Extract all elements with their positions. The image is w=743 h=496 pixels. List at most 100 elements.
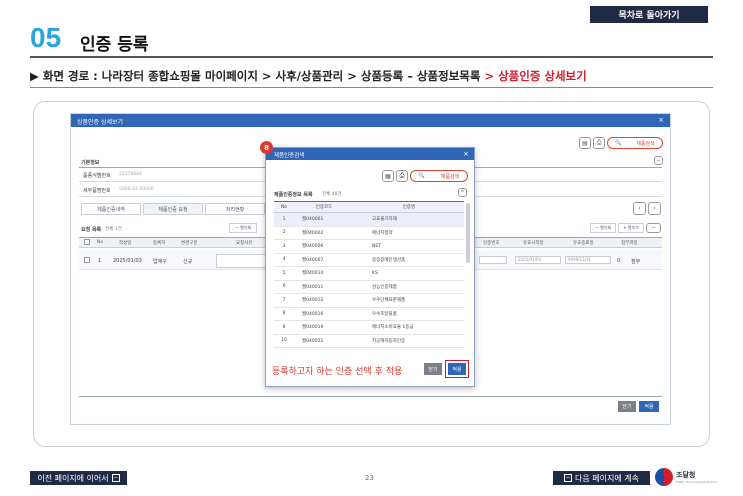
modal-search-button[interactable]: 🔍 재품검색 [410, 170, 468, 182]
modal-collapse-icon[interactable]: ^ [458, 188, 467, 197]
table-row[interactable]: 5 월040010 KS [274, 266, 464, 281]
modal-close-icon[interactable]: × [463, 150, 469, 158]
modal-save-icon[interactable]: ▤ [382, 170, 394, 182]
app-search-button[interactable]: 🔍 재품검색 [607, 137, 663, 149]
row-name: 성능인증제품 [354, 280, 464, 294]
row-checkbox[interactable] [84, 257, 90, 263]
delete-row-button[interactable]: — 행삭제 [590, 223, 616, 233]
table-row[interactable]: 10 월040021 저공해자동차인증 [274, 334, 464, 348]
modal-cancel-button[interactable]: 닫기 [424, 363, 442, 375]
section-number: 05 [30, 22, 62, 53]
add-row-button[interactable]: + 행추가 [618, 223, 644, 233]
collapse-icon[interactable]: − [654, 156, 663, 165]
save-icon[interactable]: ▤ [579, 137, 591, 149]
tab-cert-request[interactable]: 제품인증 요청 [143, 203, 203, 215]
row-code: 월040010 [294, 266, 354, 281]
tab-process-status[interactable]: 처리현황 [205, 203, 265, 215]
table-row[interactable]: 9 월040019 에너지소비효율 1등급 [274, 320, 464, 335]
table-row[interactable]: 7 월040012 우수단체표준제품 [274, 293, 464, 308]
window-title-bar: 상품인증 상세보기 [71, 114, 670, 127]
window-apply-button[interactable]: 적용 [639, 401, 659, 412]
reason-input[interactable] [216, 254, 266, 268]
row-user: 업체구 [153, 259, 167, 265]
path-prefix: ▶ 화면 경로 : [30, 69, 102, 83]
print-icon[interactable]: ⎙ [593, 137, 605, 149]
table-row[interactable]: 3 월040006 NET [274, 239, 464, 254]
modal-list-count: 전체 40건 [322, 192, 342, 197]
next-icon[interactable]: › [648, 202, 661, 215]
toc-button[interactable]: 목차로 돌아가기 [590, 6, 708, 23]
title-divider [30, 56, 713, 58]
section-title: 인증 등록 [80, 35, 149, 55]
row-code: 월040021 [294, 334, 354, 348]
tab-cert-history[interactable]: 제품인증내역 [81, 203, 141, 215]
prev-icon[interactable]: ‹ [633, 202, 646, 215]
row-no: 1 [98, 258, 102, 264]
table-row[interactable]: 8 월040016 우수조달물품 [274, 307, 464, 321]
col-no: No [274, 201, 294, 213]
grid-collapse-icon[interactable]: − [646, 223, 661, 233]
table-row[interactable]: 4 월040007 중증장애인생산품 [274, 253, 464, 267]
col-name: 인증명 [354, 201, 464, 213]
modal-search-label: 재품검색 [440, 173, 460, 180]
row-name: 중증장애인생산품 [354, 253, 464, 267]
row-name: 우수단체표준제품 [354, 293, 464, 308]
pps-logo: 조달청 Public Procurement Service [655, 468, 717, 486]
end-date-input[interactable]: 9999/12/31 [565, 256, 611, 264]
attach-button[interactable]: 첨부 [631, 258, 640, 265]
modal-scrollbar[interactable] [466, 203, 470, 263]
col-start: 유효시작일 [523, 241, 544, 246]
modal-list-title: 제품인증정보 목록 [274, 192, 313, 198]
taegeuk-icon [655, 468, 673, 486]
delete-row-button-left[interactable]: — 행삭제 [229, 223, 257, 233]
window-title: 상품인증 상세보기 [77, 119, 124, 126]
modal-title: 제품인증검색 [274, 153, 305, 159]
instruction-text: 등록하고자 하는 인증 선택 후 적용 [272, 367, 403, 377]
table-row[interactable]: 1 월040001 고효율기자재 [274, 212, 464, 227]
window-close-button[interactable]: 닫기 [618, 401, 636, 412]
table-row[interactable]: 2 월040002 에너지절약 [274, 226, 464, 240]
minus-square-icon: − [111, 474, 120, 482]
row-code: 월040001 [294, 212, 354, 227]
next-page-button[interactable]: − 다음 페이지에 계속 [553, 471, 650, 485]
col-user: 등록자 [153, 241, 166, 246]
modal-title-bar: 제품인증검색 [266, 148, 474, 160]
search-label: 재품검색 [636, 140, 655, 147]
row-name: 에너지절약 [354, 226, 464, 240]
row-no: 7 [274, 293, 294, 308]
row-no: 4 [274, 253, 294, 267]
request-list-title: 요청 목록 [81, 227, 102, 233]
cert-no-input[interactable] [479, 256, 507, 264]
screen-path: ▶ 화면 경로 : 나라장터 종합쇼핑몰 마이페이지 > 사후/상품관리 > 상… [30, 68, 587, 84]
row-no: 9 [274, 320, 294, 335]
field2-value: 5000-81-00000 [119, 187, 154, 192]
row-code: 월040007 [294, 253, 354, 267]
attach-count: 0 [617, 258, 621, 264]
logo-sub: Public Procurement Service [676, 480, 718, 484]
row-type: 신규 [183, 259, 193, 265]
row-no: 10 [274, 334, 294, 348]
start-date-input[interactable]: 2025/01/03 [515, 256, 561, 264]
row-code: 월040006 [294, 239, 354, 254]
row-name: KS [354, 266, 464, 281]
row-name: 에너지소비효율 1등급 [354, 320, 464, 335]
row-code: 월040012 [294, 293, 354, 308]
step-badge: 8 [260, 141, 273, 154]
prev-page-button[interactable]: 이전 페이지에 이어서 − [30, 471, 127, 485]
col-type: 변경구분 [181, 241, 198, 246]
col-cert-no: 인증번호 [483, 241, 500, 246]
field1-label: 품종식별번호 [83, 173, 111, 179]
row-code: 월040011 [294, 280, 354, 294]
modal-apply-button[interactable]: 적용 [448, 363, 466, 375]
field1-value: 21376684 [119, 172, 142, 177]
row-name: 고효율기자재 [354, 212, 464, 227]
row-no: 8 [274, 307, 294, 321]
row-no: 2 [274, 226, 294, 240]
window-close-icon[interactable]: × [658, 116, 664, 124]
modal-print-icon[interactable]: ⎙ [396, 170, 408, 182]
logo-text: 조달청 [676, 471, 696, 479]
row-no: 3 [274, 239, 294, 254]
select-all-checkbox[interactable] [84, 239, 90, 245]
col-no: No [97, 240, 104, 245]
table-row[interactable]: 6 월040011 성능인증제품 [274, 280, 464, 294]
